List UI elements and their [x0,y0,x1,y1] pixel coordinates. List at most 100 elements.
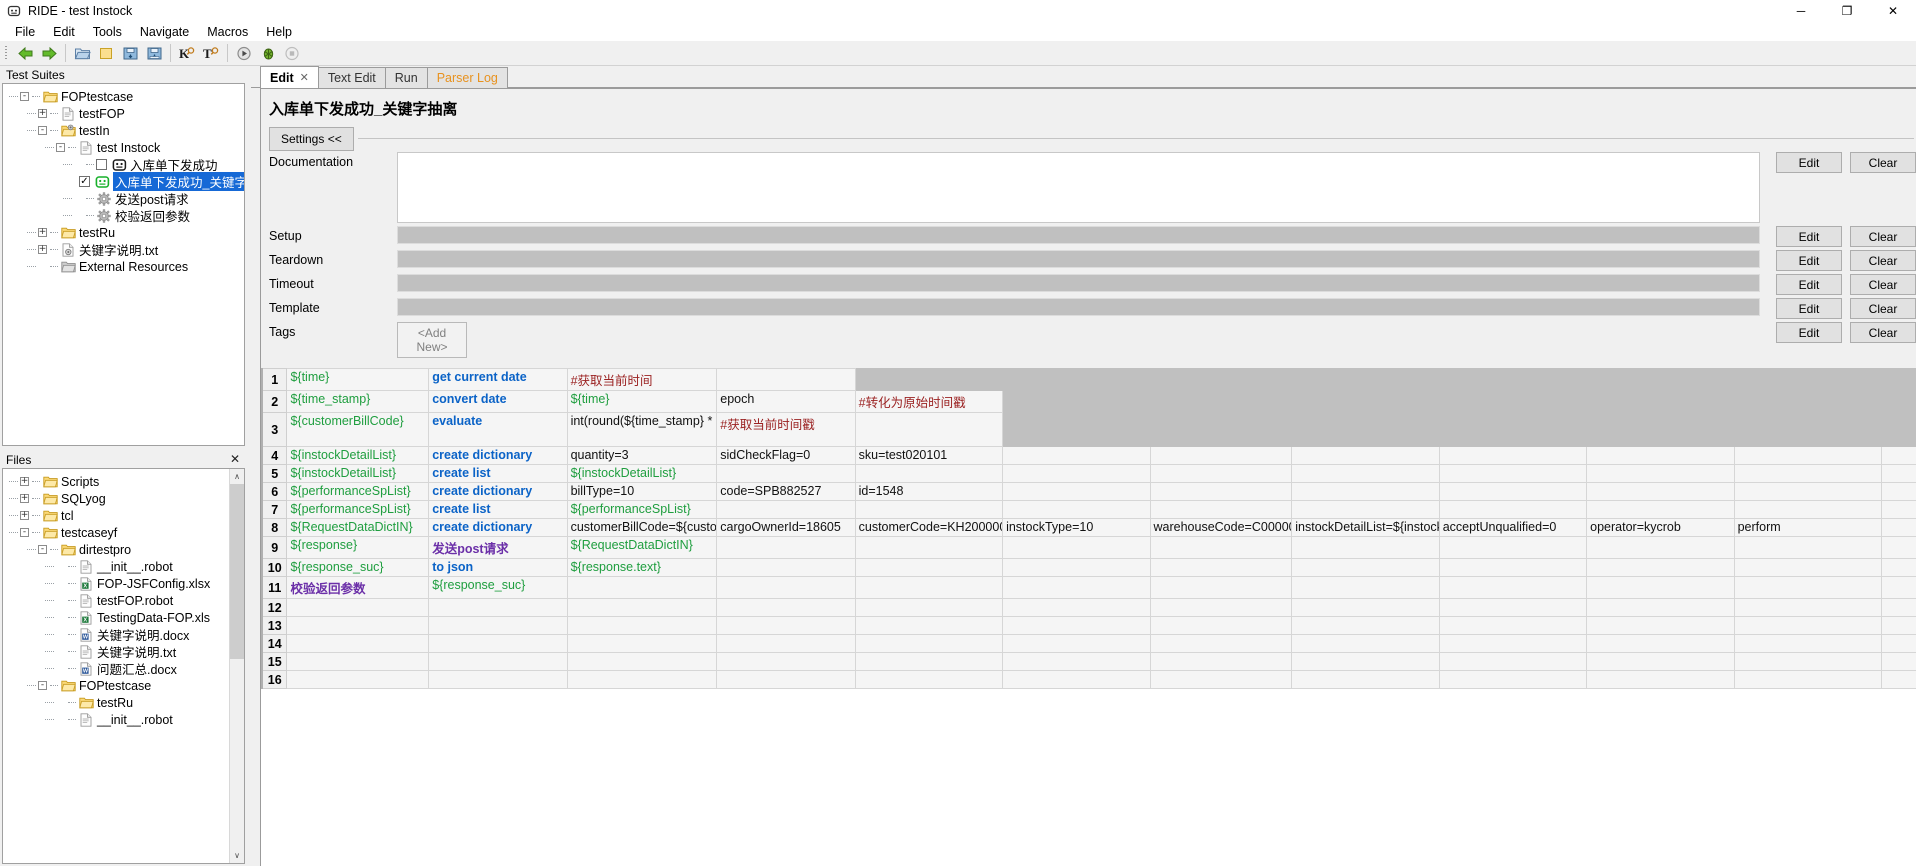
grid-cell[interactable]: acceptUnqualified=0 [1438,518,1588,537]
grid-row[interactable]: 6 ${performanceSpList} create dictionary bi… [261,482,1916,501]
grid-cell[interactable] [1586,412,1735,447]
grid-cell[interactable] [1881,446,1916,465]
grid-cell[interactable] [1291,652,1440,671]
grid-cell[interactable] [428,670,568,689]
grid-cell[interactable] [1149,536,1293,559]
edit-button[interactable]: Edit [1776,250,1842,271]
grid-cell[interactable] [854,558,1004,577]
grid-cell[interactable] [1733,368,1883,391]
clear-button[interactable]: Clear [1850,250,1916,271]
grid-cell[interactable] [1881,390,1916,413]
grid-cell[interactable]: warehouseCode=C0000000 [1149,518,1293,537]
grid-cell[interactable] [1586,482,1735,501]
grid-cell[interactable] [716,536,856,559]
grid-cell[interactable]: ${instockDetailList} [286,464,430,483]
grid-cell[interactable]: quantity=3 [566,446,718,465]
grid-row[interactable]: 16 [261,670,1916,689]
grid-cell[interactable] [1586,576,1735,599]
grid-cell[interactable] [1881,536,1916,559]
grid-cell[interactable]: evaluate [428,412,568,447]
file-node-item[interactable]: W 问题汇总.docx [3,660,228,677]
grid-cell[interactable] [1149,634,1293,653]
save-icon[interactable] [119,42,141,64]
tab-text-edit[interactable]: Text Edit [317,67,386,88]
grid-cell[interactable] [566,670,718,689]
grid-cell[interactable] [566,616,718,635]
clear-button[interactable]: Clear [1850,298,1916,319]
grid-cell[interactable] [1002,576,1151,599]
grid-cell[interactable]: ${response} [286,536,430,559]
expand-toggle-icon[interactable]: + [20,511,29,520]
grid-cell[interactable] [1149,558,1293,577]
tab-parser-log[interactable]: Parser Log [426,67,508,88]
tab-run[interactable]: Run [384,67,428,88]
grid-cell[interactable] [1733,634,1883,653]
grid-cell[interactable]: ${performanceSpList} [286,500,430,519]
grid-cell[interactable]: cargoOwnerId=18605 [716,518,856,537]
grid-cell[interactable] [1002,500,1151,519]
grid-cell[interactable] [1438,558,1588,577]
close-icon[interactable]: ✕ [300,71,309,84]
file-node-item[interactable]: - dirtestpro [3,541,228,558]
collapse-toggle-icon[interactable]: - [38,126,47,135]
search-tests-icon[interactable]: T [200,42,222,64]
grid-cell[interactable] [1291,634,1440,653]
grid-cell[interactable] [1438,412,1588,447]
grid-cell[interactable] [1438,652,1588,671]
grid-cell[interactable] [716,652,856,671]
minimize-button[interactable]: ─ [1778,0,1824,22]
grid-cell[interactable] [1149,652,1293,671]
grid-cell[interactable]: epoch [716,390,856,413]
tree-node-item[interactable]: 发送post请求 [3,190,244,207]
grid-cell[interactable] [1586,670,1735,689]
grid-cell[interactable] [1438,368,1588,391]
tree-node-item[interactable]: 入库单下发成功 [3,156,244,173]
grid-cell[interactable] [1733,558,1883,577]
grid-cell[interactable] [1002,598,1151,617]
file-node-item[interactable]: - FOPtestcase [3,677,228,694]
grid-row[interactable]: 4 ${instockDetailList} create dictionary qu… [261,446,1916,465]
tree-node-item[interactable]: 校验返回参数 [3,207,244,224]
file-node-item[interactable]: + tcl [3,507,228,524]
file-node-item[interactable]: X TestingData-FOP.xls [3,609,228,626]
template-field[interactable] [397,298,1760,316]
grid-cell[interactable] [1002,482,1151,501]
tab-edit[interactable]: Edit ✕ [260,66,319,88]
teardown-field[interactable] [397,250,1760,268]
back-icon[interactable] [14,42,36,64]
edit-button[interactable]: Edit [1776,152,1842,173]
grid-cell[interactable] [716,598,856,617]
grid-cell[interactable]: billType=10 [566,482,718,501]
tree-node-item[interactable]: + testFOP [3,105,244,122]
file-node-item[interactable]: + Scripts [3,473,228,490]
grid-cell[interactable] [1586,464,1735,483]
grid-cell[interactable] [428,652,568,671]
grid-cell[interactable] [1733,446,1883,465]
collapse-toggle-icon[interactable]: - [56,143,65,152]
grid-cell[interactable]: create list [428,464,568,483]
grid-cell[interactable] [1733,482,1883,501]
file-node-item[interactable]: + SQLyog [3,490,228,507]
grid-cell[interactable] [1438,446,1588,465]
grid-cell[interactable] [428,598,568,617]
save-all-icon[interactable] [143,42,165,64]
grid-cell[interactable] [1733,500,1883,519]
grid-cell[interactable]: #转化为原始时间戳 [854,390,1004,413]
grid-cell[interactable] [1291,598,1440,617]
grid-cell[interactable] [1002,464,1151,483]
grid-cell[interactable] [854,536,1004,559]
grid-row[interactable]: 3 ${customerBillCode} evaluate int(round(${… [261,412,1916,447]
grid-cell[interactable] [1586,536,1735,559]
menu-item-file[interactable]: File [6,24,44,40]
testcase-checkbox[interactable] [96,159,107,170]
grid-cell[interactable] [1002,390,1151,413]
grid-cell[interactable]: convert date [428,390,568,413]
tree-node-item[interactable]: External Resources [3,258,244,275]
search-keyword-icon[interactable]: K [176,42,198,64]
grid-cell[interactable]: ${response_suc} [428,576,568,599]
grid-cell[interactable] [1291,390,1440,413]
grid-cell[interactable]: get current date [428,368,568,391]
grid-cell[interactable]: ${time_stamp} [286,390,430,413]
grid-cell[interactable] [428,634,568,653]
grid-row[interactable]: 11 校验返回参数 ${response_suc} [261,576,1916,599]
